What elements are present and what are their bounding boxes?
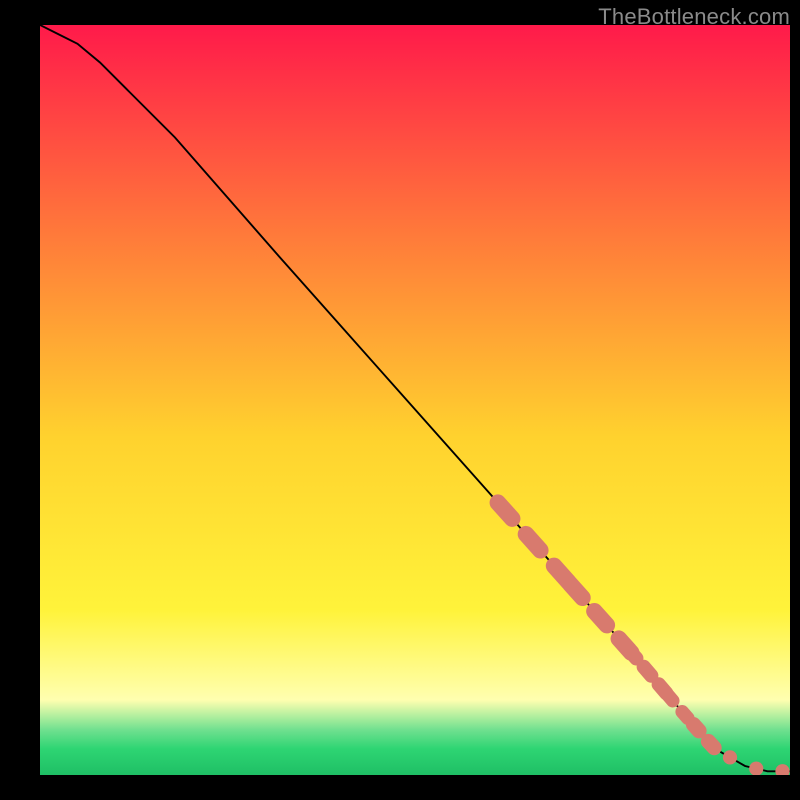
- data-dot: [629, 650, 637, 659]
- chart-stage: TheBottleneck.com: [0, 0, 800, 800]
- data-dots: [498, 503, 790, 775]
- plot-area: [40, 25, 790, 775]
- data-dot: [594, 611, 606, 625]
- data-dot: [682, 712, 688, 718]
- data-dot: [693, 724, 699, 730]
- data-dot: [570, 584, 582, 598]
- data-dot: [723, 750, 737, 764]
- data-dot: [526, 534, 540, 550]
- data-dot: [667, 694, 673, 701]
- chart-layer: [40, 25, 790, 775]
- main-curve: [40, 25, 790, 771]
- data-dot: [775, 764, 789, 775]
- data-dot: [749, 762, 763, 775]
- data-dot: [644, 667, 652, 676]
- watermark-label: TheBottleneck.com: [598, 4, 790, 30]
- data-dot: [708, 741, 714, 747]
- data-dot: [498, 503, 512, 519]
